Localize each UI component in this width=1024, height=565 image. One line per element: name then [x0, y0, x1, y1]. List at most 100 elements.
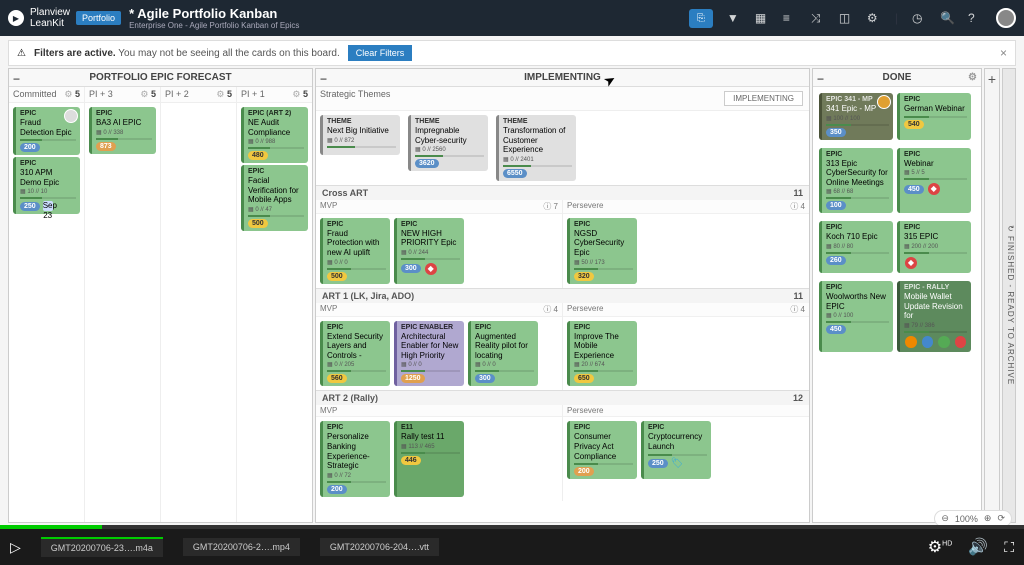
card[interactable]: EPIC NGSD CyberSecurity Epic▦ 50 // 1733… — [567, 218, 637, 284]
card[interactable]: EPIC Webinar▦ 5 // 5450◆ — [897, 148, 971, 214]
card-type: EPIC — [826, 284, 889, 291]
video-settings-icon[interactable]: ⚙HD — [928, 537, 952, 557]
card-row[interactable]: EPIC 313 Epic CyberSecurity for Online M… — [815, 144, 979, 218]
card-progress — [904, 116, 967, 118]
card[interactable]: EPIC 315 EPIC▦ 200 // 200◆ — [897, 221, 971, 273]
card-meta: ▦ 50 // 173 — [574, 259, 633, 266]
portfolio-tag[interactable]: Portfolio — [76, 11, 121, 25]
card-row[interactable]: EPIC 341 - MP 341 Epic - MP▦ 100 // 1003… — [815, 89, 979, 144]
zoom-in-icon[interactable]: ⊕ — [984, 513, 992, 524]
lane[interactable]: EPIC Fraud Detection Epic200EPIC 310 APM… — [9, 103, 84, 218]
collapse-icon[interactable]: − — [320, 72, 327, 86]
user-avatar[interactable] — [996, 8, 1016, 28]
card[interactable]: EPIC BA3 AI EPIC▦ 0 // 338873 — [89, 107, 156, 154]
collapse-icon[interactable]: − — [13, 72, 20, 86]
card[interactable]: EPIC NEW HIGH PRIORITY Epic▦ 0 // 244300… — [394, 218, 464, 284]
card-row[interactable]: EPIC Woolworths New EPIC▦ 0 // 100450EPI… — [815, 277, 979, 356]
card-pill: 6550 — [503, 169, 527, 178]
card[interactable]: EPIC - RALLY Mobile Wallet Update Revisi… — [897, 281, 971, 352]
card-meta: ▦ 68 // 68 — [826, 188, 889, 195]
lane[interactable]: EPIC (ART 2) NE Audit Compliance▦ 0 // 9… — [237, 103, 312, 235]
swimlane-header[interactable]: Cross ART11 — [316, 186, 809, 200]
card-progress — [574, 370, 633, 372]
card[interactable]: EPIC Extend Security Layers and Controls… — [320, 321, 390, 387]
card[interactable]: EPIC Fraud Protection with new AI uplift… — [320, 218, 390, 284]
card[interactable]: EPIC 310 APM Demo Epic▦ 10 // 10250Sep 2… — [13, 157, 80, 214]
card-footer: 500 — [327, 272, 386, 281]
card[interactable]: EPIC Facial Verification for Mobile Apps… — [241, 165, 308, 231]
card[interactable]: THEME Transformation of Customer Experie… — [496, 115, 576, 181]
card-pill: 260 — [826, 256, 846, 265]
list-icon[interactable]: ≡ — [783, 11, 797, 25]
card-meta: ▦ 0 // 244 — [401, 249, 460, 256]
lane[interactable]: EPIC BA3 AI EPIC▦ 0 // 338873 — [85, 103, 160, 158]
card-type: EPIC — [96, 110, 152, 117]
file-tab[interactable]: GMT20200706-23….m4a — [41, 537, 163, 557]
card-row[interactable]: EPIC Koch 710 Epic▦ 80 // 80260EPIC 315 … — [815, 217, 979, 277]
volume-icon[interactable]: 🔊 — [968, 537, 988, 557]
card[interactable]: EPIC Personalize Banking Experience-Stra… — [320, 421, 390, 496]
add-column-button[interactable]: + — [984, 68, 1000, 523]
collapse-icon[interactable]: − — [817, 72, 824, 86]
chart-icon[interactable]: ◫ — [839, 11, 853, 25]
card-progress — [96, 138, 152, 140]
file-tab[interactable]: GMT20200706-204….vtt — [320, 538, 439, 556]
card-pill: 200 — [20, 143, 40, 152]
card[interactable]: EPIC Cryptocurrency Launch250🏷 — [641, 421, 711, 479]
card-meta: ▦ 5 // 5 — [904, 169, 967, 176]
swimlane-header[interactable]: ART 2 (Rally)12 — [316, 391, 809, 405]
subcolumn: PI + 2⚙ 5 — [161, 87, 237, 522]
layout-icon[interactable]: ▦ — [755, 11, 769, 25]
subcolumn-header: PI + 3⚙ 5 — [85, 87, 160, 103]
timer-icon[interactable]: ◷ — [912, 11, 926, 25]
analytics-icon[interactable]: ⤨ — [811, 11, 825, 25]
gear-icon[interactable]: ⚙ — [968, 72, 977, 83]
card[interactable]: EPIC Consumer Privacy Act Compliance200 — [567, 421, 637, 479]
finished-rail[interactable]: ↻ FINISHED - READY TO ARCHIVE — [1002, 68, 1016, 523]
card[interactable]: EPIC ENABLER Architectural Enabler for N… — [394, 321, 464, 387]
card[interactable]: EPIC German Webinar540 — [897, 93, 971, 140]
card[interactable]: EPIC Woolworths New EPIC▦ 0 // 100450 — [819, 281, 893, 352]
card[interactable]: EPIC Fraud Detection Epic200 — [13, 107, 80, 155]
card[interactable]: EPIC Improve The Mobile Experience▦ 20 /… — [567, 321, 637, 387]
card-row[interactable]: EPIC NGSD CyberSecurity Epic▦ 50 // 1733… — [563, 214, 809, 288]
add-card-button[interactable]: ⎘ — [689, 9, 713, 28]
card[interactable]: E11 Rally test 11▦ 113 // 465446 — [394, 421, 464, 496]
file-tab[interactable]: GMT20200706-2….mp4 — [183, 538, 300, 556]
card-row[interactable]: EPIC Extend Security Layers and Controls… — [316, 317, 562, 391]
card[interactable]: EPIC (ART 2) NE Audit Compliance▦ 0 // 9… — [241, 107, 308, 163]
card-row[interactable]: EPIC Fraud Protection with new AI uplift… — [316, 214, 562, 288]
clear-filters-button[interactable]: Clear Filters — [348, 45, 413, 61]
card-row[interactable]: EPIC Improve The Mobile Experience▦ 20 /… — [563, 317, 809, 391]
filter-icon[interactable]: ▼ — [727, 11, 741, 25]
card-footer: 650 — [574, 374, 633, 383]
implementing-tab[interactable]: IMPLEMENTING — [724, 91, 803, 106]
card[interactable]: EPIC 341 - MP 341 Epic - MP▦ 100 // 1003… — [819, 93, 893, 140]
search-icon[interactable]: 🔍 — [940, 11, 954, 25]
subcolumn-header: PI + 1⚙ 5 — [237, 87, 312, 103]
card-row[interactable]: EPIC Consumer Privacy Act Compliance200E… — [563, 417, 809, 483]
swimlane-header[interactable]: ART 1 (LK, Jira, ADO)11 — [316, 289, 809, 303]
board-subtitle: Enterprise One - Agile Portfolio Kanban … — [129, 21, 299, 30]
card-title: BA3 AI EPIC — [96, 118, 152, 128]
card-title: NEW HIGH PRIORITY Epic — [401, 229, 460, 248]
card[interactable]: THEME Next Big Initiative▦ 0 // 872 — [320, 115, 400, 155]
zoom-reset-icon[interactable]: ⟳ — [997, 513, 1005, 524]
gear-icon[interactable]: ⚙ — [867, 11, 881, 25]
card-row[interactable]: EPIC Personalize Banking Experience-Stra… — [316, 417, 562, 500]
close-filter-bar-icon[interactable]: × — [1000, 46, 1007, 60]
card[interactable]: THEME Impregnable Cyber-security▦ 0 // 2… — [408, 115, 488, 171]
card-pill: 480 — [248, 151, 268, 160]
themes-row: THEME Next Big Initiative▦ 0 // 872THEME… — [316, 111, 809, 185]
lane[interactable] — [161, 103, 236, 107]
card-type: EPIC — [574, 221, 633, 228]
help-icon[interactable]: ? — [968, 11, 982, 25]
swimlane-subcolumn: Persevereⓘ 4EPIC NGSD CyberSecurity Epic… — [563, 200, 809, 288]
fullscreen-icon[interactable]: ⛶ — [1004, 539, 1014, 556]
filter-bar: ⚠ Filters are active. You may not be see… — [8, 40, 1016, 66]
card[interactable]: EPIC Augmented Reality pilot for locatin… — [468, 321, 538, 387]
play-button[interactable]: ▷ — [10, 539, 21, 556]
card[interactable]: EPIC Koch 710 Epic▦ 80 // 80260 — [819, 221, 893, 273]
zoom-out-icon[interactable]: ⊖ — [941, 513, 949, 524]
card[interactable]: EPIC 313 Epic CyberSecurity for Online M… — [819, 148, 893, 214]
